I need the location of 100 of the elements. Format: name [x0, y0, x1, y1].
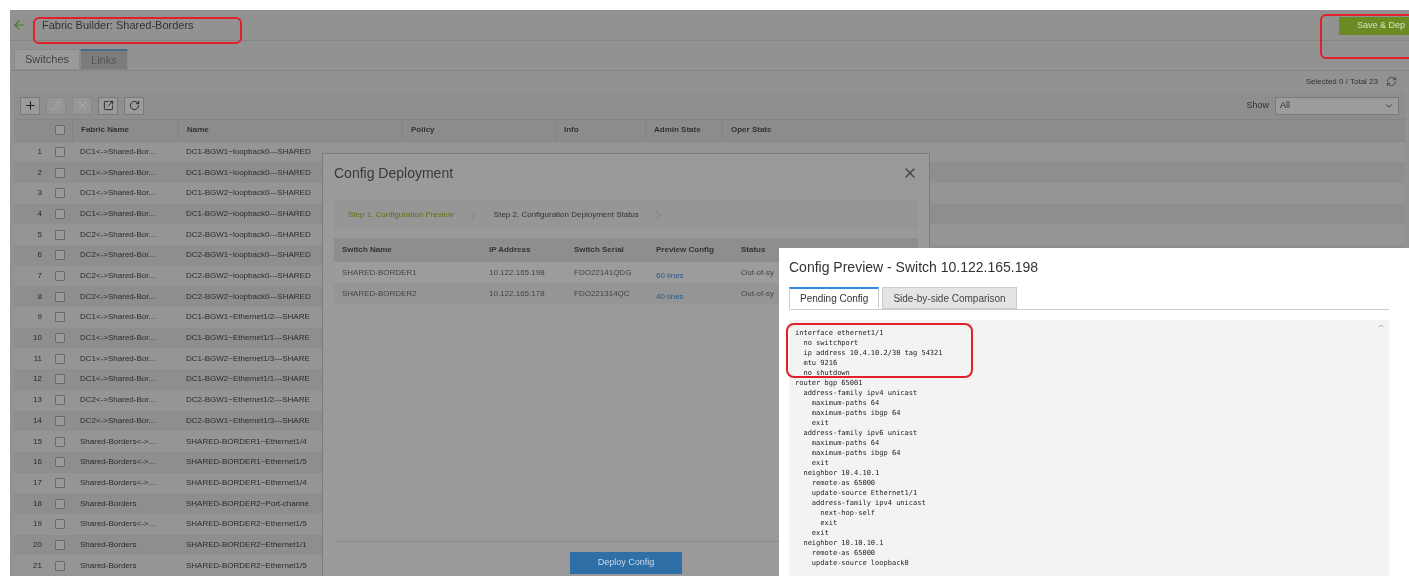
column-header: Switch Serial — [573, 244, 625, 256]
table-cell-text: DC1-BGW1~loopback0---SHARED — [185, 166, 312, 179]
table-cell-text: DC1<->Shared-Bor... — [79, 145, 157, 158]
table-cell-text: SHARED-BORDER1~Ethernet1/5 — [185, 456, 308, 469]
row-number: 21 — [32, 559, 43, 572]
table-cell-text: Shared-Borders — [79, 559, 138, 572]
row-checkbox[interactable] — [55, 229, 65, 240]
table-cell-text: Shared-Borders<->... — [79, 518, 157, 531]
row-number: 18 — [32, 497, 43, 510]
edit-button[interactable] — [46, 96, 66, 115]
row-number: 17 — [32, 476, 43, 489]
import-button[interactable] — [124, 96, 144, 115]
table-cell-text: DC2<->Shared-Bor... — [79, 228, 157, 241]
row-checkbox[interactable] — [55, 374, 65, 385]
table-cell-text: DC2<->Shared-Bor... — [79, 270, 157, 283]
row-checkbox[interactable] — [55, 209, 65, 219]
page-title: Fabric Builder: Shared-Borders — [42, 17, 194, 33]
row-number: 12 — [32, 373, 43, 386]
row-checkbox[interactable] — [55, 560, 65, 571]
row-checkbox[interactable] — [55, 167, 65, 178]
table-cell-text: FDO221314QC — [573, 287, 631, 300]
deploy-config-button[interactable]: Deploy Config — [570, 552, 682, 574]
table-cell-text: Shared-Borders<->... — [79, 456, 157, 469]
row-number: 7 — [36, 270, 43, 283]
row-checkbox[interactable] — [55, 540, 65, 550]
table-cell-text: DC1<->Shared-Bor... — [79, 373, 157, 386]
table-cell-text: SHARED-BORDER1~Ethernet1/4 — [185, 435, 308, 448]
row-number: 16 — [32, 456, 43, 469]
save-deploy-button[interactable]: Save & Dep — [1339, 17, 1409, 35]
tab[interactable]: Pending Config — [789, 287, 880, 309]
row-checkbox[interactable] — [55, 312, 65, 323]
table-cell-text: DC2-BGW1~Ethernet1/2---SHARE — [185, 394, 311, 407]
table-cell-text: DC1<->Shared-Bor... — [79, 311, 157, 324]
row-number: 8 — [36, 290, 43, 303]
table-cell-text: DC2-BGW2~loopback0---SHARED — [185, 270, 312, 283]
row-number: 10 — [32, 332, 43, 345]
tab[interactable]: Switches — [14, 48, 81, 70]
export-icon — [102, 100, 114, 112]
table-cell-text: DC1-BGW2~Ethernet1/3---SHARE — [185, 352, 311, 365]
table-cell-text: SHARED-BORDER2~Port-channe — [185, 497, 310, 510]
column-header: IP Address — [488, 244, 532, 256]
row-number: 1 — [36, 145, 43, 158]
row-checkbox[interactable] — [55, 395, 65, 406]
selection-summary: Selected 0 / Total 23 — [1305, 75, 1378, 88]
row-number: 3 — [36, 187, 43, 200]
row-number: 20 — [32, 539, 43, 551]
table-cell-text: SHARED-BORDER2~Ethernet1/1 — [185, 539, 308, 551]
table-cell-text: Shared-Borders — [79, 497, 138, 510]
row-checkbox[interactable] — [55, 146, 65, 157]
table-cell-text: DC1-BGW2~loopback0---SHARED — [185, 208, 312, 220]
dialog-title: Config Deployment — [334, 163, 454, 183]
row-checkbox[interactable] — [55, 333, 65, 344]
show-dropdown[interactable]: All — [1275, 96, 1399, 115]
table-cell-text: SHARED-BORDER2~Ethernet1/5 — [185, 559, 308, 572]
row-checkbox[interactable] — [55, 457, 65, 468]
table-cell-text: DC2-BGW1~loopback0---SHARED — [185, 249, 312, 262]
row-number: 14 — [32, 414, 43, 427]
delete-button[interactable] — [72, 96, 92, 115]
row-checkbox[interactable] — [55, 519, 65, 530]
scroll-up-icon[interactable] — [1377, 322, 1385, 330]
row-checkbox[interactable] — [55, 415, 65, 426]
row-number: 15 — [32, 435, 43, 448]
table-cell-text: Shared-Borders<->... — [79, 476, 157, 489]
table-cell-text: DC2<->Shared-Bor... — [79, 394, 157, 407]
export-button[interactable] — [98, 96, 118, 115]
table-cell-text: SHARED-BORDER1 — [341, 266, 418, 279]
add-button[interactable] — [20, 96, 40, 115]
step-label: Step 1. Configuration Preview — [348, 209, 454, 221]
table-cell-text: DC2<->Shared-Bor... — [79, 290, 157, 303]
table-cell-text: DC1-BGW1~Ethernet1/1---SHARE — [185, 332, 311, 345]
table-cell-text: DC2-BGW1~Ethernet1/3---SHARE — [185, 414, 311, 427]
dialog-title: Config Preview - Switch 10.122.165.198 — [789, 257, 1039, 277]
column-header: Switch Name — [341, 244, 393, 256]
row-number: 11 — [32, 352, 43, 365]
row-checkbox[interactable] — [55, 436, 65, 447]
column-header: Oper State — [731, 124, 772, 137]
step-label: Step 2. Configuration Deployment Status — [493, 209, 639, 221]
column-header: Admin State — [654, 124, 701, 137]
table-cell-text: DC2<->Shared-Bor... — [79, 414, 157, 427]
preview-link[interactable]: 40 lines — [656, 291, 684, 301]
table-cell-text: SHARED-BORDER2~Ethernet1/5 — [185, 518, 308, 531]
refresh-icon[interactable] — [1386, 76, 1397, 88]
select-all-checkbox[interactable] — [55, 125, 65, 136]
row-checkbox[interactable] — [55, 250, 65, 261]
table-cell-text: Shared-Borders — [79, 539, 138, 551]
table-cell-text: SHARED-BORDER2 — [341, 287, 418, 300]
preview-link[interactable]: 60 lines — [656, 270, 684, 280]
table-cell-text: DC2-BGW2~loopback0---SHARED — [185, 290, 312, 303]
row-number: 5 — [36, 228, 43, 241]
row-checkbox[interactable] — [55, 271, 65, 282]
row-checkbox[interactable] — [55, 353, 65, 364]
row-checkbox[interactable] — [55, 291, 65, 302]
row-number: 6 — [36, 249, 43, 262]
tab[interactable]: Side-by-side Comparison — [882, 287, 1017, 309]
table-cell-text: SHARED-BORDER1~Ethernet1/4 — [185, 476, 308, 489]
row-checkbox[interactable] — [55, 188, 65, 199]
row-number: 13 — [32, 394, 43, 407]
table-cell-text: DC1<->Shared-Bor... — [79, 352, 157, 365]
row-checkbox[interactable] — [55, 477, 65, 488]
row-checkbox[interactable] — [55, 498, 65, 509]
